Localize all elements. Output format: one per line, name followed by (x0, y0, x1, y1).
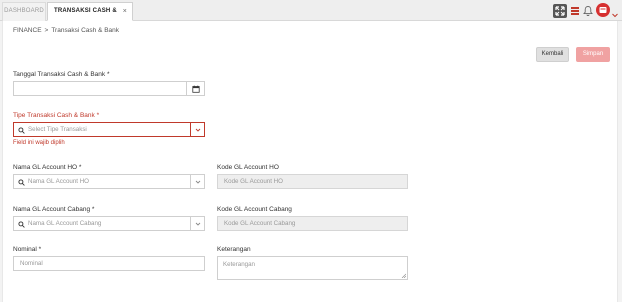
tab-transaksi-cash-bank[interactable]: TRANSAKSI CASH & BANK × (47, 2, 133, 31)
search-icon (18, 220, 25, 228)
kode-cabang-field: Kode GL Account Cabang (217, 216, 408, 231)
breadcrumb: FINANCE > Transaksi Cash & Bank (13, 27, 119, 34)
nominal-label: Nominal * (13, 246, 42, 253)
keterangan-label: Keterangan (217, 246, 251, 253)
tanggal-input[interactable] (13, 81, 205, 96)
gl-ho-label: Nama GL Account HO * (13, 164, 82, 171)
breadcrumb-parent[interactable]: FINANCE (13, 27, 42, 34)
calendar-icon[interactable] (186, 82, 204, 95)
gl-cabang-select[interactable]: Nama GL Account Cabang (13, 216, 205, 231)
breadcrumb-current: Transaksi Cash & Bank (51, 27, 120, 34)
nominal-input[interactable]: Nominal (13, 256, 205, 271)
kode-cabang-label: Kode GL Account Cabang (217, 206, 292, 213)
tipe-select[interactable]: Select Tipe Transaksi (13, 122, 205, 137)
expand-icon[interactable] (553, 4, 567, 18)
gl-cabang-placeholder: Nama GL Account Cabang (28, 220, 102, 227)
keterangan-textarea[interactable]: Keterangan (217, 256, 408, 280)
chevron-down-icon[interactable] (190, 217, 204, 230)
gl-ho-select[interactable]: Nama GL Account HO (13, 174, 205, 189)
gl-ho-placeholder: Nama GL Account HO (28, 178, 89, 185)
tipe-error-message: Field ini wajib diplih (13, 140, 65, 146)
tipe-placeholder: Select Tipe Transaksi (28, 126, 87, 133)
search-icon (18, 126, 25, 134)
bell-icon[interactable] (583, 4, 593, 18)
tab-dashboard[interactable]: DASHBOARD (2, 2, 46, 21)
tanggal-label: Tanggal Transaksi Cash & Bank * (13, 71, 110, 78)
menu-icon[interactable] (570, 4, 580, 18)
close-tab-icon[interactable]: × (123, 3, 127, 20)
chevron-down-icon[interactable] (190, 123, 204, 136)
main-panel: FINANCE > Transaksi Cash & Bank Kembali Si… (2, 21, 618, 302)
search-icon (18, 178, 25, 186)
back-button[interactable]: Kembali (536, 47, 569, 62)
breadcrumb-separator: > (44, 27, 49, 34)
chevron-down-icon[interactable] (190, 175, 204, 188)
tab-bar: DASHBOARD TRANSAKSI CASH & BANK × (0, 0, 622, 31)
save-button[interactable]: Simpan (576, 47, 610, 62)
kode-ho-label: Kode GL Account HO (217, 164, 279, 171)
avatar-icon[interactable] (596, 3, 610, 17)
resize-handle-icon[interactable] (401, 273, 407, 279)
chevron-down-icon[interactable] (611, 6, 619, 18)
kode-ho-field: Kode GL Account HO (217, 174, 408, 189)
keterangan-placeholder: Keterangan (223, 261, 255, 268)
gl-cabang-label: Nama GL Account Cabang * (13, 206, 95, 213)
tipe-label: Tipe Transaksi Cash & Bank * (13, 112, 100, 119)
